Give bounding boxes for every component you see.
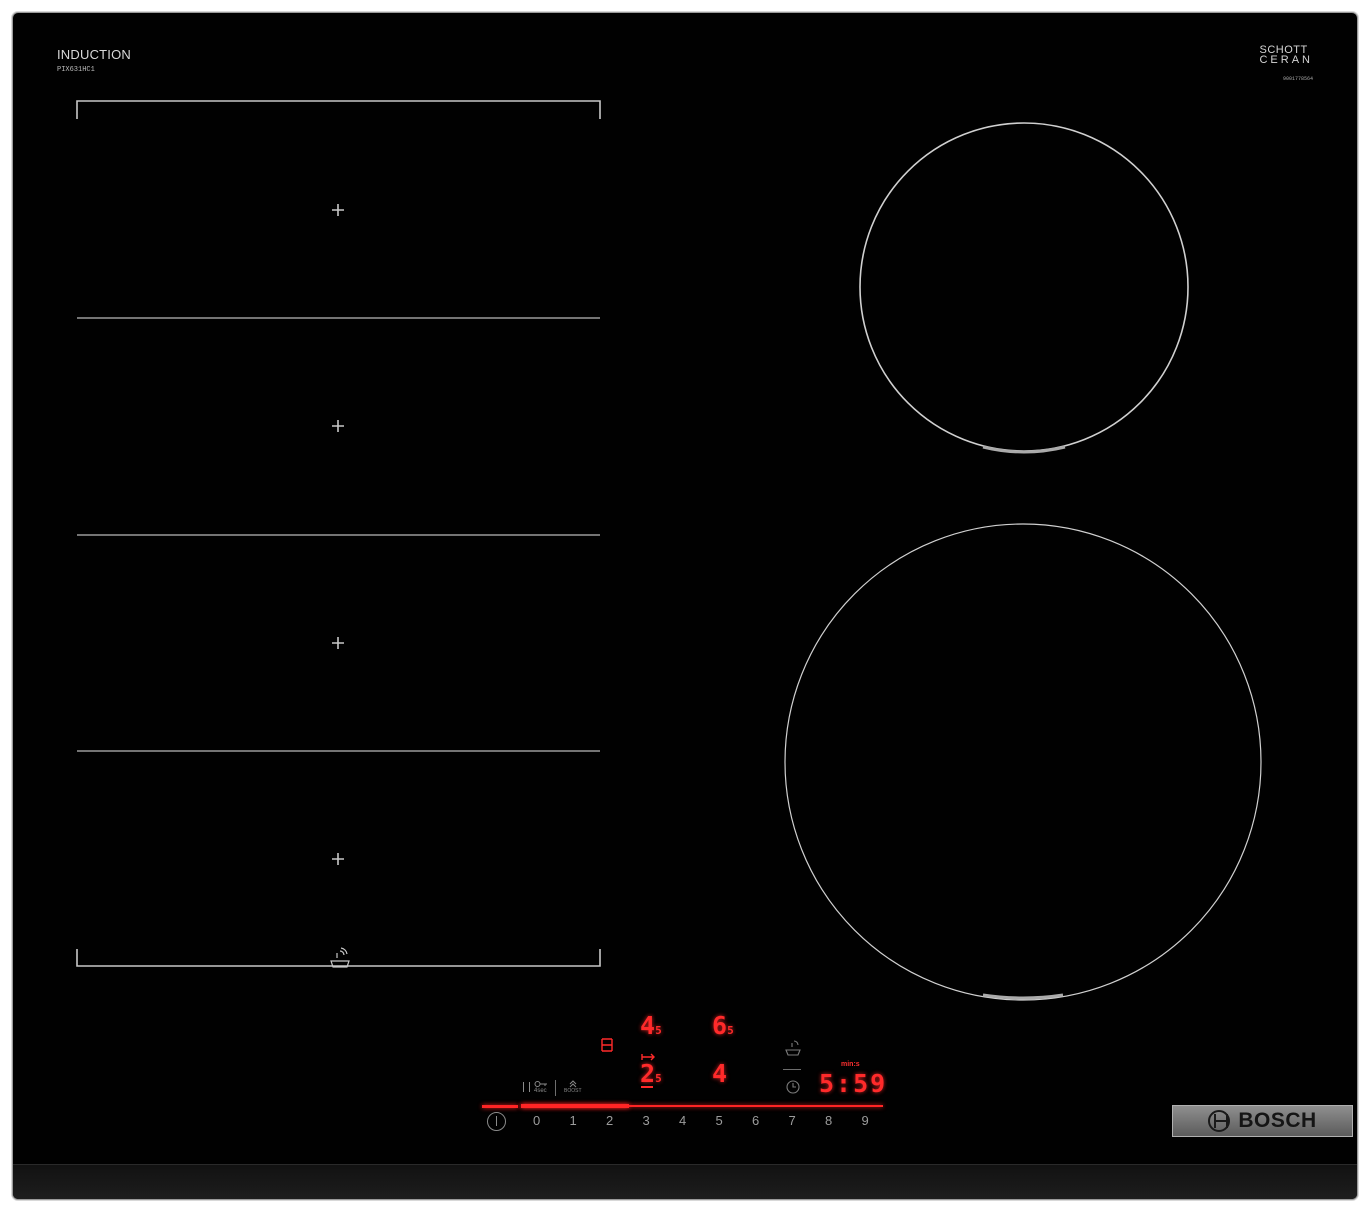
zone4-power-display[interactable]: 4 (712, 1061, 727, 1086)
bosch-logo-icon (1208, 1110, 1231, 1132)
key-icon[interactable] (534, 1080, 548, 1088)
flex-zone-indicator-icon[interactable] (601, 1037, 613, 1053)
zone2-power-display[interactable]: 65 (712, 1013, 734, 1043)
cooking-zones (76, 100, 1262, 1001)
scale-3[interactable]: 3 (643, 1113, 680, 1128)
bosch-wordmark: BOSCH (1238, 1109, 1317, 1132)
pause-icon[interactable] (523, 1082, 530, 1092)
scale-8[interactable]: 8 (825, 1113, 862, 1128)
round-zone-large-marker (982, 993, 1064, 1000)
zone-center-plus-1 (332, 204, 344, 216)
panel-divider (783, 1069, 801, 1070)
zone3-sublevel: 5 (655, 1072, 662, 1085)
round-zone-small[interactable] (859, 122, 1189, 452)
zone3-underline (641, 1086, 653, 1088)
zone1-sublevel: 5 (655, 1024, 662, 1037)
touch-slider-fill (521, 1104, 629, 1108)
scale-6[interactable]: 6 (752, 1113, 789, 1128)
scale-1[interactable]: 1 (570, 1113, 607, 1128)
hob-front-edge (13, 1164, 1357, 1199)
zone2-sublevel: 5 (727, 1024, 734, 1037)
power-scale[interactable]: 0 1 2 3 4 5 6 7 8 9 (533, 1113, 898, 1128)
zone-center-plus-2 (332, 420, 344, 432)
zone3-level: 2 (640, 1059, 656, 1088)
scale-7[interactable]: 7 (789, 1113, 826, 1128)
zone4-level: 4 (712, 1059, 728, 1088)
pan-sensor-icon-panel[interactable] (783, 1037, 803, 1057)
scale-0[interactable]: 0 (533, 1113, 570, 1128)
zone-center-plus-3 (332, 637, 344, 649)
pan-sensor-icon (330, 947, 350, 968)
timer-display[interactable]: 5:59 (819, 1071, 887, 1096)
flex-zone-bottom-edge (76, 949, 601, 967)
clock-icon[interactable] (785, 1079, 801, 1095)
scale-2[interactable]: 2 (606, 1113, 643, 1128)
power-button[interactable] (487, 1112, 506, 1131)
timer-unit: min:s (841, 1061, 860, 1068)
zone-center-plus-4 (332, 853, 344, 865)
scale-9[interactable]: 9 (862, 1113, 899, 1128)
power-indicator-bar (482, 1105, 518, 1108)
induction-hob: INDUCTION PIX631HC1 SCHOTT CERAN 9001778… (12, 12, 1358, 1200)
lock-boost-divider (555, 1080, 556, 1096)
scale-5[interactable]: 5 (716, 1113, 753, 1128)
boost-chevron-icon (569, 1080, 577, 1088)
zone1-level: 4 (640, 1011, 656, 1040)
bosch-badge: BOSCH (1172, 1105, 1353, 1137)
lock-duration-label: 4sec (534, 1088, 547, 1094)
zone1-power-display[interactable]: 45 (640, 1013, 662, 1043)
boost-button[interactable]: BOOST (564, 1088, 582, 1094)
move-function-icon[interactable] (641, 1053, 655, 1061)
scale-4[interactable]: 4 (679, 1113, 716, 1128)
zone2-level: 6 (712, 1011, 728, 1040)
flex-zone-top-edge (76, 100, 601, 119)
flex-zone[interactable] (76, 100, 601, 967)
round-zone-large[interactable] (784, 523, 1262, 1001)
